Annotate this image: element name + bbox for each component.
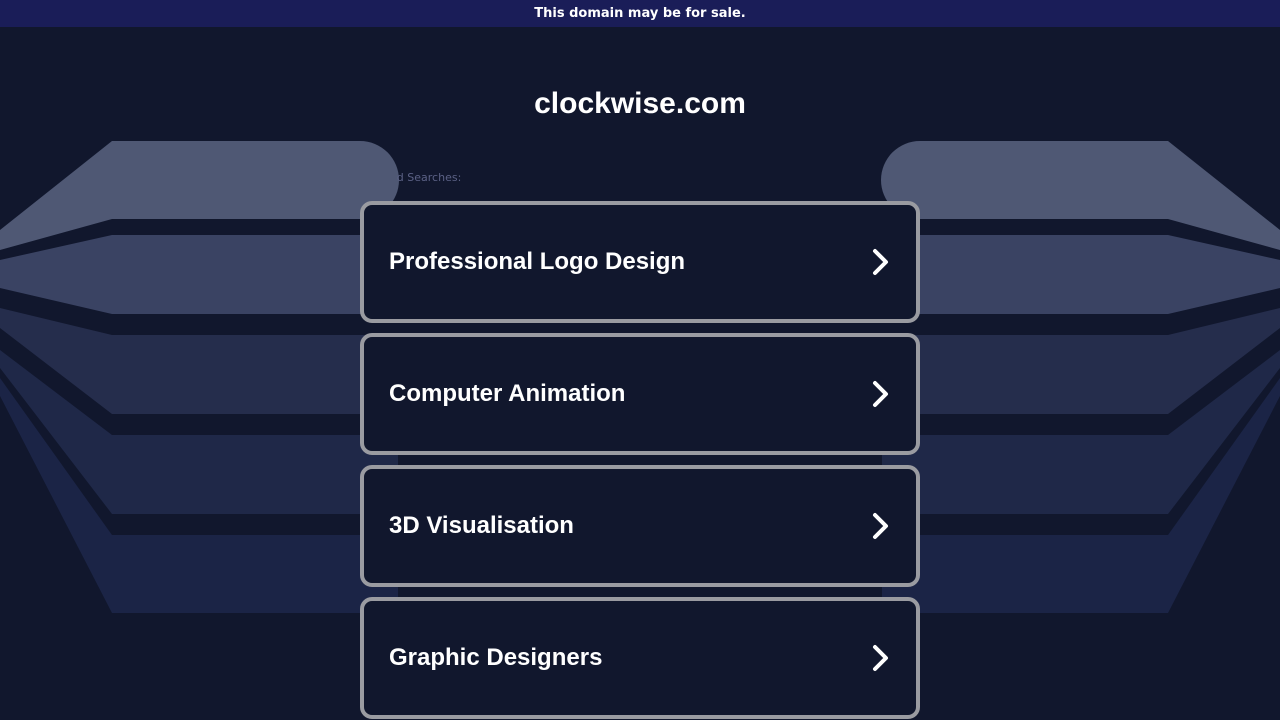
chevron-right-icon (873, 645, 888, 671)
chevron-right-icon (873, 513, 888, 539)
related-searches-label: Related Searches: (362, 170, 918, 186)
related-link-label: 3D Visualisation (389, 512, 574, 539)
domain-name-heading: clockwise.com (534, 87, 746, 120)
related-link-label: Professional Logo Design (389, 248, 686, 275)
related-link-professional-logo-design[interactable]: Professional Logo Design (360, 201, 920, 323)
for-sale-banner[interactable]: This domain may be for sale. (0, 0, 1280, 27)
related-link-graphic-designers[interactable]: Graphic Designers (360, 597, 920, 719)
related-links-list: Professional Logo Design Computer Animat… (360, 201, 920, 720)
chevron-right-icon (873, 381, 888, 407)
related-link-label: Graphic Designers (389, 644, 603, 671)
chevron-right-icon (873, 249, 888, 275)
related-link-label: Computer Animation (389, 380, 626, 407)
related-link-3d-visualisation[interactable]: 3D Visualisation (360, 465, 920, 587)
related-link-computer-animation[interactable]: Computer Animation (360, 333, 920, 455)
related-searches-visible-text: d Searches: (396, 171, 462, 184)
parked-domain-page: This domain may be for sale. clockwise.c… (0, 0, 1280, 720)
